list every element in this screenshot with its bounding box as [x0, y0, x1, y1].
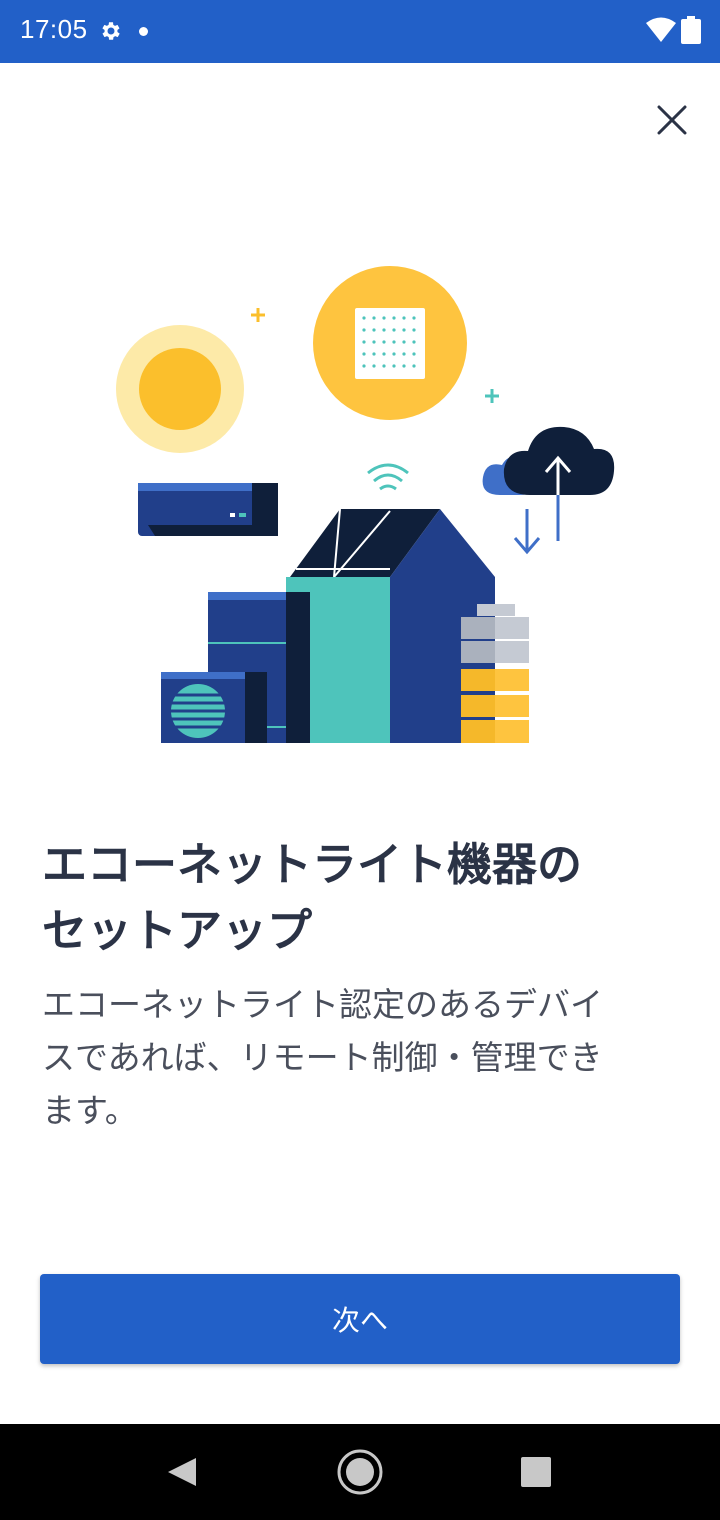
- battery-icon: [681, 16, 701, 44]
- description-line: ます。: [42, 1091, 138, 1130]
- close-icon: [657, 105, 687, 135]
- status-time: 17:05: [20, 14, 88, 44]
- navigation-bar: [0, 1424, 720, 1520]
- next-button[interactable]: 次へ: [40, 1274, 680, 1364]
- description-line: スであれば、リモート制御・管理でき: [42, 1038, 603, 1077]
- wifi-icon: [646, 17, 676, 42]
- gear-icon: [102, 22, 120, 40]
- home-icon[interactable]: [336, 1448, 384, 1496]
- title-line: セットアップ: [42, 904, 313, 957]
- status-bar: 17:05: [0, 0, 720, 63]
- smart-home-devices-illustration: [116, 266, 615, 743]
- notification-dot-icon: [139, 27, 148, 36]
- page-title: エコーネットライト機器の セットアップ: [42, 832, 682, 964]
- back-icon[interactable]: [164, 1454, 200, 1490]
- description-line: エコーネットライト認定のあるデバイ: [42, 985, 603, 1024]
- title-line: エコーネットライト機器の: [42, 838, 583, 891]
- recents-icon[interactable]: [521, 1457, 551, 1487]
- page-description: エコーネットライト認定のあるデバイ スであれば、リモート制御・管理でき ます。: [42, 978, 682, 1137]
- close-button[interactable]: [648, 96, 696, 144]
